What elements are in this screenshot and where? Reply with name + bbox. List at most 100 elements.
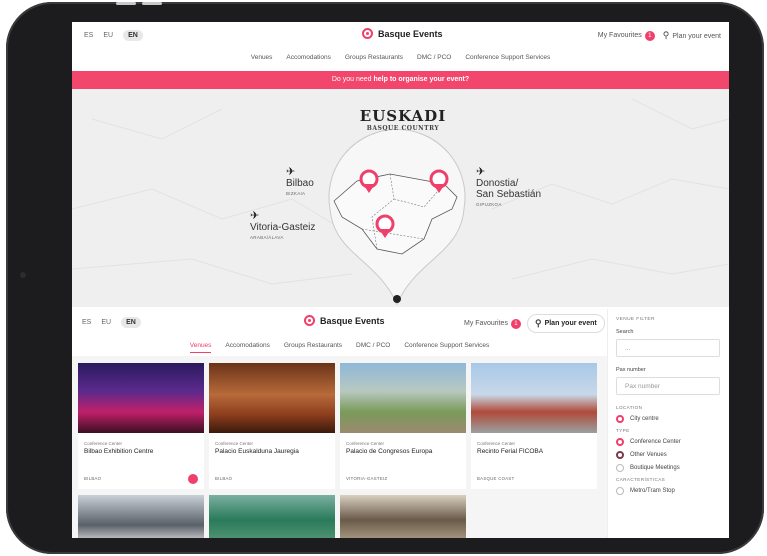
venue-photo [209, 363, 335, 433]
characteristic-option-metro[interactable]: Metro/Tram Stop [616, 487, 719, 495]
nav-conference-support[interactable]: Conference Support Services [465, 54, 550, 61]
header-actions: My Favourites 1 ⚲ Plan your event [464, 314, 605, 333]
venue-list: Conference Center Bilbao Exhibition Cent… [72, 356, 607, 538]
language-switcher: ES EU EN [84, 30, 143, 41]
main-nav: Venues Accomodations Groups Restaurants … [72, 54, 729, 61]
tab-venues[interactable]: Venues [189, 342, 212, 353]
venue-card[interactable]: Conference Center Bilbao Exhibition Cent… [78, 363, 204, 489]
type-option-conference-center[interactable]: Conference Center [616, 438, 719, 446]
volume-button [142, 2, 162, 5]
pax-input[interactable]: Pax number [616, 377, 720, 395]
venue-location: BASQUE COAST [477, 476, 515, 481]
venue-category: Conference Center [346, 441, 385, 446]
venue-category: Conference Center [84, 441, 123, 446]
favourites-label: My Favourites [597, 31, 642, 39]
venues-header: ES EU EN Basque Events My Favourites 1 ⚲ P… [72, 309, 607, 337]
favourites-count-badge: 1 [510, 318, 521, 329]
venue-card[interactable]: Conference Center Recinto Ferial FICOBA … [471, 363, 597, 489]
city-name: Donostia/ [476, 178, 519, 189]
favourites-label: My Favourites [464, 319, 508, 327]
venue-category: Conference Center [215, 441, 254, 446]
city-name: Bilbao [286, 178, 314, 189]
lang-es[interactable]: ES [82, 319, 91, 326]
venue-card-photo[interactable] [78, 495, 204, 538]
radio-checked-icon [616, 451, 624, 459]
venue-card[interactable]: Conference Center Palacio de Congresos E… [340, 363, 466, 489]
plan-event-label: Plan your event [672, 33, 721, 40]
favourites-link[interactable]: My Favourites 1 [464, 318, 521, 329]
option-label: Other Venues [630, 452, 667, 458]
tablet-frame: ES EU EN Basque Events My Favourites 1 ⚲ P… [6, 2, 764, 554]
tab-groups-restaurants[interactable]: Groups Restaurants [284, 342, 342, 353]
type-option-other-venues[interactable]: Other Venues [616, 451, 719, 459]
plan-event-link[interactable]: ⚲ Plan your event [663, 30, 721, 41]
city-province: ARABA/ÁLAVA [250, 235, 284, 240]
tab-dmc-pco[interactable]: DMC / PCO [356, 342, 390, 353]
venue-location: BILBAO [215, 476, 233, 481]
lang-eu[interactable]: EU [103, 32, 113, 39]
brand-name: Basque Events [378, 28, 443, 39]
banner-strong: help to organise your event? [373, 76, 470, 83]
nav-accomodations[interactable]: Accomodations [286, 54, 330, 61]
location-pin-icon [362, 28, 373, 39]
favourite-heart-icon[interactable] [188, 474, 198, 484]
language-switcher: ES EU EN [82, 317, 141, 328]
plan-event-label: Plan your event [544, 320, 597, 327]
type-option-boutique-meetings[interactable]: Boutique Meetings [616, 464, 719, 472]
region-name: EUSKADI [359, 107, 447, 125]
venue-title: Palacio Euskalduna Jauregia [215, 448, 299, 455]
option-label: Conference Center [630, 439, 681, 445]
venue-location: VITORIA-GASTEIZ [346, 476, 388, 481]
header-actions: My Favourites 1 ⚲ Plan your event [598, 30, 721, 41]
city-province: BIZKAIA [286, 191, 306, 196]
nav-dmc-pco[interactable]: DMC / PCO [417, 54, 451, 61]
lang-es[interactable]: ES [84, 32, 93, 39]
radio-unchecked-icon [616, 487, 624, 495]
city-vitoria[interactable]: ✈ Vitoria-Gasteiz ARABA/ÁLAVA [250, 209, 315, 240]
airplane-icon: ✈ [250, 210, 260, 222]
city-province: GIPUZKOA [476, 202, 502, 207]
search-icon: ⚲ [534, 318, 542, 328]
city-name-line2: San Sebastián [476, 189, 542, 200]
city-bilbao[interactable]: ✈ Bilbao BIZKAIA [286, 165, 314, 196]
option-label: City centre [630, 416, 659, 422]
venue-card[interactable]: Conference Center Palacio Euskalduna Jau… [209, 363, 335, 489]
option-label: Boutique Meetings [630, 465, 680, 471]
region-subtitle: BASQUE COUNTRY [366, 125, 440, 132]
search-label: Search [616, 329, 634, 335]
camera-icon [20, 272, 26, 278]
location-heading: LOCATION [616, 405, 643, 410]
venue-title: Bilbao Exhibition Centre [84, 448, 154, 455]
venue-card-photo[interactable] [209, 495, 335, 538]
location-pin-icon [304, 315, 315, 326]
favourites-link[interactable]: My Favourites 1 [597, 30, 655, 41]
tab-conference-support[interactable]: Conference Support Services [404, 342, 489, 353]
city-name: Vitoria-Gasteiz [250, 222, 316, 233]
lang-en[interactable]: EN [121, 317, 141, 328]
nav-groups-restaurants[interactable]: Groups Restaurants [345, 54, 403, 61]
venue-filter-panel: VENUE FILTER Search ... Pax number Pax n… [607, 309, 729, 538]
lang-eu[interactable]: EU [101, 319, 111, 326]
venue-photo [340, 363, 466, 433]
tab-accomodations[interactable]: Accomodations [225, 342, 269, 353]
radio-unchecked-icon [616, 464, 624, 472]
search-input[interactable]: ... [616, 339, 720, 357]
banner-prefix: Do you need [331, 76, 372, 83]
location-option-city-centre[interactable]: City centre [616, 415, 719, 423]
radio-checked-icon [616, 438, 624, 446]
city-donostia[interactable]: ✈ Donostia/ San Sebastián GIPUZKOA [476, 165, 541, 207]
plan-event-button[interactable]: ⚲ Plan your event [526, 314, 605, 333]
brand-logo[interactable]: Basque Events [362, 28, 443, 39]
venue-card-photo[interactable] [340, 495, 466, 538]
search-icon: ⚲ [662, 30, 670, 40]
type-heading: TYPE [616, 428, 630, 433]
help-banner[interactable]: Do you need help to organise your event? [72, 71, 729, 89]
brand-name: Basque Events [320, 315, 385, 326]
volume-button [116, 2, 136, 5]
top-header: ES EU EN Basque Events My Favourites 1 ⚲ P… [72, 22, 729, 50]
favourites-count-badge: 1 [644, 30, 655, 41]
venues-nav: Venues Accomodations Groups Restaurants … [72, 342, 607, 353]
lang-en[interactable]: EN [123, 30, 143, 41]
brand-logo[interactable]: Basque Events [304, 315, 385, 326]
nav-venues[interactable]: Venues [251, 54, 273, 61]
